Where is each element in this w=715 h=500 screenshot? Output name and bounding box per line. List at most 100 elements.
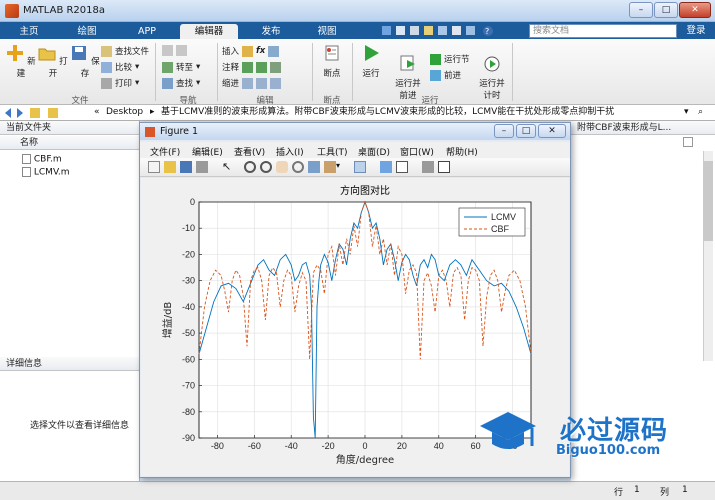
menu-file[interactable]: 文件(F) (150, 145, 180, 158)
login-button[interactable]: 登录 (680, 24, 712, 38)
insert-icon (242, 45, 254, 57)
print-figure-icon[interactable] (196, 161, 208, 173)
function-fx-icon: fx (256, 46, 266, 56)
figure-minimize-button[interactable]: – (494, 124, 514, 138)
show-plot-tools-icon[interactable] (438, 161, 450, 173)
comment-label: 注释 (222, 63, 240, 73)
editor-ribbon: 新建 打开 保存 查找文件 比较 ▾ 打印 ▾ 文件 转至 ▾ 查找 ▾ 导航 插入 fx… (0, 39, 715, 106)
link-plot-icon[interactable] (354, 161, 366, 173)
hide-plot-tools-icon[interactable] (422, 161, 434, 173)
menu-help[interactable]: 帮助(H) (446, 145, 478, 158)
compare-label: 比较 (115, 63, 133, 73)
x-tick-label: -60 (248, 441, 261, 451)
pan-hand-icon[interactable] (276, 161, 288, 173)
chevron-down-icon[interactable]: ▾ (684, 105, 689, 120)
figure-maximize-button[interactable]: □ (516, 124, 536, 138)
minimize-button[interactable]: – (629, 2, 653, 18)
path-prefix: « (94, 107, 100, 117)
search-documentation-input[interactable]: 搜索文档 (529, 24, 677, 38)
scrollbar-thumb[interactable] (703, 161, 713, 241)
run-section-button[interactable]: 运行节 (430, 53, 470, 65)
zoom-out-icon[interactable] (260, 161, 272, 173)
x-tick-label: -40 (285, 441, 298, 451)
chevron-down-icon: ▾ (135, 62, 140, 72)
new-figure-icon[interactable] (148, 161, 160, 173)
menu-desktop[interactable]: 桌面(D) (358, 145, 390, 158)
tab-plots[interactable]: 绘图 (64, 24, 110, 39)
file-item[interactable]: LCMV.m (22, 167, 70, 178)
find-button[interactable]: 查找 ▾ (162, 77, 200, 89)
find-files-button[interactable]: 查找文件 (101, 45, 149, 57)
watermark-brand: 必过源码 (560, 416, 669, 446)
x-tick-label: 0 (362, 441, 367, 451)
advance-icon (430, 69, 441, 81)
print-icon (101, 77, 112, 89)
path-segment-desktop[interactable]: Desktop (106, 105, 143, 120)
figure-close-button[interactable]: ✕ (538, 124, 566, 138)
compare-button[interactable]: 比较 ▾ (101, 61, 139, 73)
insert-dropdown-icon (268, 45, 280, 57)
zoom-in-icon[interactable] (244, 161, 256, 173)
maximize-button[interactable]: □ (654, 2, 678, 18)
nav-arrows[interactable] (162, 45, 187, 56)
pointer-icon[interactable]: ↖ (222, 161, 234, 173)
data-cursor-icon[interactable] (308, 161, 320, 173)
tab-editor[interactable]: 编辑器 (180, 24, 238, 39)
insert-button[interactable]: 插入 fx (222, 45, 280, 57)
menu-tools[interactable]: 工具(T) (317, 145, 348, 158)
breakpoints-button[interactable]: 断点 (318, 44, 346, 79)
advance-button[interactable]: 前进 (430, 69, 461, 81)
watermark-url: Biguo100.com (556, 443, 661, 458)
tab-apps[interactable]: APP (124, 24, 170, 39)
menu-view[interactable]: 查看(V) (234, 145, 265, 158)
goto-button[interactable]: 转至 ▾ (162, 61, 200, 73)
insert-legend-icon[interactable] (396, 161, 408, 173)
graduation-cap-logo-icon (480, 412, 536, 449)
open-file-icon[interactable] (164, 161, 176, 173)
save-figure-icon[interactable] (180, 161, 192, 173)
menu-window[interactable]: 窗口(W) (400, 145, 434, 158)
save-button[interactable]: 保存 (70, 44, 100, 79)
comment-button[interactable]: 注释 (222, 61, 282, 73)
close-button[interactable]: ✕ (679, 2, 711, 18)
editor-tab-title[interactable]: 附带CBF波束形成与L... (571, 121, 715, 135)
run-and-time-button[interactable]: 运行并 计时 (476, 44, 508, 101)
goto-label: 转至 (176, 63, 194, 73)
col-value: 1 (682, 485, 688, 495)
search-icon[interactable]: ⌕ (698, 105, 703, 120)
add-tab-icon[interactable] (683, 137, 693, 147)
chevron-down-icon: ▾ (196, 62, 201, 72)
run-play-icon (365, 45, 379, 61)
find-label: 查找 (176, 79, 194, 89)
figure-title-bar[interactable]: Figure 1 – □ ✕ (140, 123, 570, 140)
menu-insert[interactable]: 插入(I) (276, 145, 304, 158)
figure-toolbar: ↖ ▾ (140, 158, 570, 177)
menu-edit[interactable]: 编辑(E) (192, 145, 223, 158)
run-advance-button[interactable]: 运行并 前进 (392, 44, 424, 101)
tab-view[interactable]: 视图 (304, 24, 350, 39)
current-folder-address-bar[interactable]: « Desktop ▸ 基于LCMV准则的波束形成算法。附带CBF波束形成与LC… (0, 105, 715, 121)
run-button[interactable]: 运行 (357, 44, 385, 79)
tab-publish[interactable]: 发布 (248, 24, 294, 39)
goto-icon (162, 61, 173, 73)
open-button[interactable]: 打开 (38, 44, 68, 79)
ribbon-separator (352, 43, 353, 101)
y-axis-label: 增益/dB (161, 302, 174, 339)
chevron-down-icon: ▾ (135, 78, 140, 88)
file-item[interactable]: CBF.m (22, 154, 62, 165)
column-header-name[interactable]: 名称 (0, 136, 139, 150)
insert-colorbar-icon[interactable] (380, 161, 392, 173)
y-tick-label: 0 (190, 197, 195, 207)
chevron-down-icon[interactable]: ▾ (336, 161, 348, 173)
new-button[interactable]: 新建 (6, 44, 36, 79)
quick-access-toolbar[interactable]: ? (380, 24, 520, 37)
x-tick-label: 40 (434, 441, 444, 451)
run-time-label: 运行并 计时 (479, 79, 505, 101)
brush-icon[interactable] (324, 161, 336, 173)
indent-button[interactable]: 缩进 (222, 77, 282, 89)
figure-title: Figure 1 (160, 126, 199, 137)
path-segment-folder[interactable]: 基于LCMV准则的波束形成算法。附带CBF波束形成与LCMV波束形成的比较，LC… (161, 105, 681, 120)
tab-home[interactable]: 主页 (6, 24, 52, 39)
print-button[interactable]: 打印 ▾ (101, 77, 139, 89)
rotate-3d-icon[interactable] (292, 161, 304, 173)
